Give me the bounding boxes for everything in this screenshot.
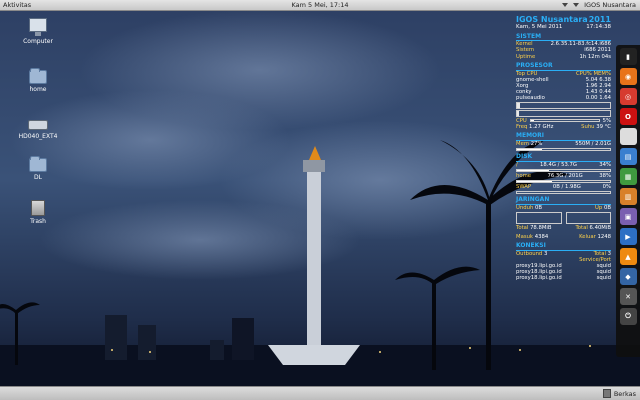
trash-applet-label: Berkas — [613, 389, 636, 398]
upload-graph — [565, 212, 611, 225]
top-panel: Aktivitas Kam 5 Mei, 17:14 IGOS Nusantar… — [0, 0, 640, 11]
section-prosesor: PROSESOR — [516, 62, 611, 71]
firefox-icon[interactable]: ◉ — [619, 68, 637, 85]
disk-row: SWAP 0B / 1.98G 0% — [516, 184, 611, 191]
section-jaringan: JARINGAN — [516, 196, 611, 206]
desktop-icon-dl[interactable]: DL — [13, 156, 63, 181]
freq-row: Freq 1.27 GHz Suhu 39 °C — [516, 123, 611, 130]
power-icon[interactable]: ⏻ — [619, 308, 637, 325]
system-tray: IGOS Nusantara — [562, 1, 636, 9]
conky-title: IGOS Nusantara 2011 — [516, 15, 611, 24]
conky-time: 17:14:38 — [586, 24, 611, 31]
conky-year: 2011 — [588, 15, 611, 24]
disk-bar — [516, 191, 611, 195]
image-viewer-icon[interactable]: ▣ — [619, 208, 637, 225]
sistem-row: Uptime 1h 12m 04s — [516, 53, 611, 60]
terminal-icon[interactable]: ▮ — [619, 48, 637, 65]
net-total-row: Total 78.8MiB Total 6.40MiB — [516, 225, 611, 232]
settings-tools-icon[interactable]: ✕ — [619, 288, 637, 305]
net-speed-row: Unduh 0B Up 0B — [516, 205, 611, 212]
desktop-icon-label: Computer — [23, 38, 53, 45]
cpu-graph — [516, 101, 611, 109]
clock[interactable]: Kam 5 Mei, 17:14 — [0, 1, 640, 9]
net-packets-row: Masuk 4384 Keluar 1248 — [516, 234, 611, 241]
proc-row: pulseaudio 0.00 1.64 — [516, 94, 611, 101]
desktop-icon-computer[interactable]: Computer — [13, 18, 63, 45]
desktop-icon-label: HD040_EXT4 — [18, 133, 58, 140]
cpu-graph-2 — [516, 109, 611, 117]
document-icon[interactable]: ▤ — [619, 148, 637, 165]
virtualbox-icon[interactable]: ◆ — [619, 268, 637, 285]
volume-icon[interactable] — [562, 3, 569, 7]
download-graph — [516, 212, 562, 225]
disk-row: /18.4G / 53.7G 34% — [516, 161, 611, 168]
trash-icon — [31, 200, 45, 216]
presentation-icon[interactable]: ▥ — [619, 188, 637, 205]
folder-icon — [29, 156, 47, 172]
drive-icon — [28, 120, 48, 130]
desktop-icon-label: home — [29, 86, 47, 93]
conky-title-text: IGOS Nusantara — [516, 15, 588, 24]
bottom-panel: Berkas — [0, 386, 640, 400]
user-menu[interactable]: IGOS Nusantara — [584, 1, 636, 9]
desktop-icon-label: Trash — [30, 218, 46, 225]
mem-row: Mem 27% 550M / 2.01G — [516, 140, 611, 147]
section-koneksi: KONEKSI — [516, 242, 611, 252]
disk-row: home 76.3G / 201G 38% — [516, 173, 611, 179]
section-disk: DISK — [516, 153, 611, 162]
section-memori: MEMORI — [516, 132, 611, 141]
conky-date: Kam, 5 Mei 2011 — [516, 24, 563, 31]
application-dock: ▮ ◉ ◎ O ▤ ▦ ▥ ▣ ▶ ▲ ◆ ✕ ⏻ — [616, 45, 640, 357]
desktop-icon-drive[interactable]: HD040_EXT4 — [13, 120, 63, 140]
conn-row: proxy18.lipi.go.id squid — [516, 275, 611, 282]
desktop-icon-home[interactable]: home — [13, 68, 63, 93]
section-sistem: SISTEM — [516, 33, 611, 42]
trash-icon — [602, 389, 611, 398]
vlc-icon[interactable]: ▲ — [619, 248, 637, 265]
desktop-icon-trash[interactable]: Trash — [13, 200, 63, 225]
media-player-icon[interactable]: ▶ — [619, 228, 637, 245]
desktop-icon-label: DL — [34, 174, 42, 181]
disk-bar — [516, 180, 611, 184]
conky-datetime: Kam, 5 Mei 2011 17:14:38 — [516, 24, 611, 30]
trash-applet[interactable]: Berkas — [602, 389, 636, 398]
net-graphs — [516, 212, 611, 225]
folder-home-icon — [29, 68, 47, 84]
opera-icon[interactable]: O — [619, 108, 637, 125]
chrome-icon[interactable]: ◎ — [619, 88, 637, 105]
network-icon[interactable] — [573, 3, 580, 7]
conky-system-monitor: IGOS Nusantara 2011 Kam, 5 Mei 2011 17:1… — [516, 15, 611, 282]
spreadsheet-icon[interactable]: ▦ — [619, 168, 637, 185]
mem-bar — [516, 148, 611, 152]
blank-app-icon[interactable] — [619, 128, 637, 145]
disk-bar — [516, 169, 611, 172]
computer-icon — [29, 18, 47, 36]
cpu-bar — [529, 118, 600, 122]
